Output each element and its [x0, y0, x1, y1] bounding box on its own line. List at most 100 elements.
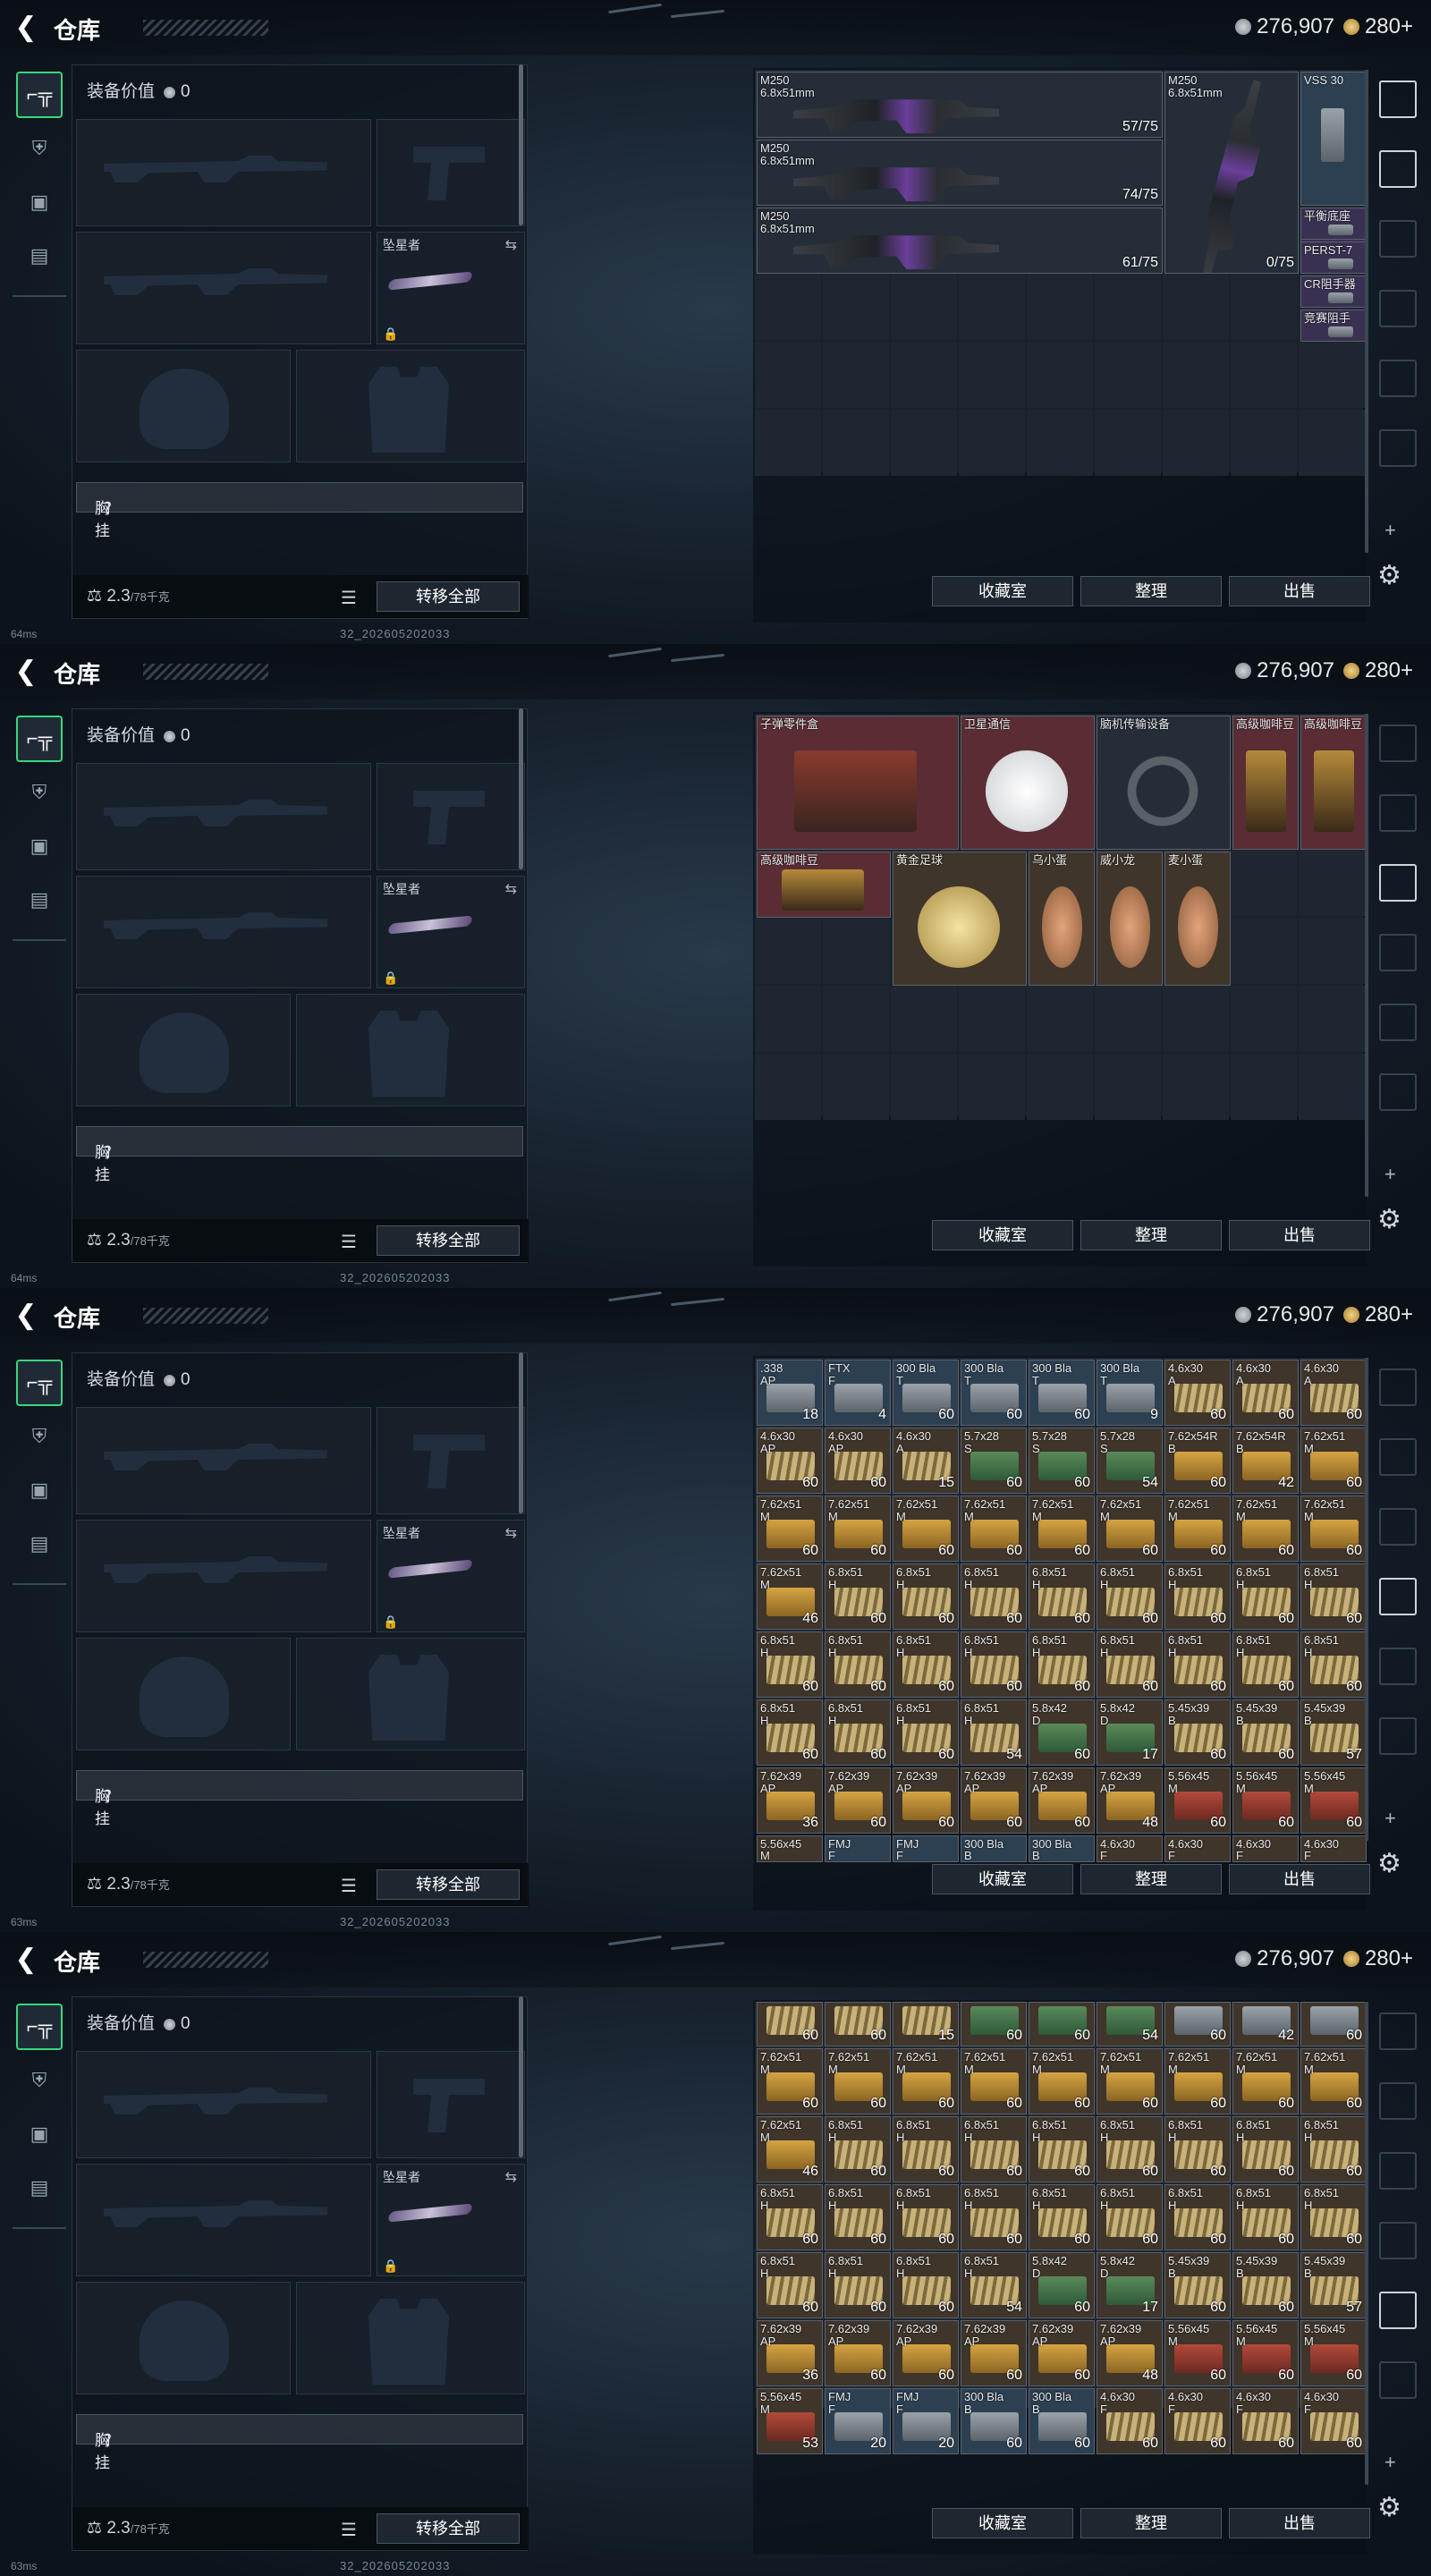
pistol-slot[interactable]: [377, 1407, 525, 1514]
ammo-item[interactable]: 7.62x39 AP 60: [825, 1767, 891, 1834]
ammo-item-partial[interactable]: 60: [1300, 2002, 1367, 2046]
collection-room-button[interactable]: 收藏室: [932, 2508, 1073, 2538]
ammo-item[interactable]: 7.62x39 AP 48: [1097, 2320, 1163, 2386]
list-icon[interactable]: ☰: [341, 1231, 357, 1253]
golden-football[interactable]: 黄金足球: [893, 852, 1027, 986]
pistol-slot[interactable]: [377, 119, 525, 226]
attachment-item[interactable]: 竞赛阻手: [1300, 309, 1367, 342]
tab-case[interactable]: ▤: [16, 1521, 63, 1567]
satellite-comm[interactable]: 卫星通信: [961, 716, 1095, 850]
collection-room-button[interactable]: 收藏室: [932, 576, 1073, 606]
ammo-item[interactable]: 6.8x51 H 60: [961, 1563, 1027, 1630]
tab-armor[interactable]: ⛨: [16, 769, 63, 816]
settings-gear-icon[interactable]: ⚙: [1377, 1204, 1401, 1235]
storage-page-2[interactable]: [1379, 2082, 1417, 2120]
ammo-item[interactable]: 5.56x45 M 60: [1300, 2320, 1367, 2386]
armor-slot[interactable]: [296, 2282, 525, 2394]
tab-backpack[interactable]: ▣: [16, 2111, 63, 2157]
melee-slot[interactable]: 坠星者 ⇆ 🔒: [377, 232, 525, 344]
ammo-item-partial[interactable]: FMJ F: [825, 1835, 891, 1862]
ammo-item[interactable]: 7.62x51 M 60: [961, 1496, 1027, 1562]
ammo-item-partial[interactable]: 54: [1097, 2002, 1163, 2046]
ammo-item-partial[interactable]: 15: [893, 2002, 959, 2046]
back-button[interactable]: ❮: [11, 657, 41, 687]
ammo-item[interactable]: 6.8x51 H 60: [1029, 2184, 1095, 2250]
attachment-item[interactable]: PERST-7: [1300, 242, 1367, 274]
storage-page-6[interactable]: [1379, 2361, 1417, 2399]
ammo-item-partial[interactable]: 4.6x30 F: [1232, 1835, 1299, 1862]
egg-figurine[interactable]: 麦小蛋: [1164, 852, 1231, 986]
ammo-item[interactable]: 7.62x39 AP 36: [757, 1767, 823, 1834]
ammo-item[interactable]: 5.45x39 B 60: [1232, 1699, 1299, 1766]
ammo-item[interactable]: 6.8x51 H 54: [961, 1699, 1027, 1766]
ammo-item[interactable]: 6.8x51 H 60: [961, 1631, 1027, 1698]
transfer-all-button[interactable]: 转移全部: [377, 2513, 520, 2544]
ammo-item[interactable]: 6.8x51 H 60: [893, 1631, 959, 1698]
ammo-item-partial[interactable]: 300 Bla B: [1029, 1835, 1095, 1862]
sort-button[interactable]: 整理: [1080, 576, 1222, 606]
premium-coffee-bean[interactable]: 高级咖啡豆: [1232, 716, 1299, 850]
storage-page-4[interactable]: [1379, 1578, 1417, 1615]
ammo-item[interactable]: 6.8x51 H 60: [825, 1699, 891, 1766]
ammo-item-partial[interactable]: 60: [1029, 2002, 1095, 2046]
add-page-icon[interactable]: +: [1384, 1807, 1396, 1830]
chest-rig-slot[interactable]: 胸挂？: [76, 1126, 523, 1183]
ammo-item[interactable]: 5.45x39 B 60: [1232, 2252, 1299, 2318]
primary-weapon-slot[interactable]: [76, 1407, 371, 1514]
storage-scrollbar[interactable]: [1365, 714, 1368, 1197]
swap-icon[interactable]: ⇆: [505, 2168, 517, 2186]
ammo-item[interactable]: 5.8x42 D 17: [1097, 1699, 1163, 1766]
sell-button[interactable]: 出售: [1229, 1864, 1370, 1894]
swap-icon[interactable]: ⇆: [505, 880, 517, 898]
secondary-weapon-slot[interactable]: [76, 2164, 371, 2276]
ammo-item[interactable]: 300 Bla B 60: [961, 2388, 1027, 2454]
ammo-item[interactable]: 7.62x51 M 60: [1300, 1496, 1367, 1562]
ammo-item[interactable]: 7.62x39 AP 60: [893, 1767, 959, 1834]
settings-gear-icon[interactable]: ⚙: [1377, 560, 1401, 591]
ammo-item[interactable]: 4.6x30 A 60: [1300, 1360, 1367, 1426]
ammo-item[interactable]: 7.62x51 M 60: [1164, 2048, 1231, 2114]
ammo-item[interactable]: 5.8x42 D 60: [1029, 2252, 1095, 2318]
ammo-item[interactable]: 6.8x51 H 60: [1164, 1631, 1231, 1698]
tab-backpack[interactable]: ▣: [16, 1467, 63, 1513]
tab-armor[interactable]: ⛨: [16, 125, 63, 172]
ammo-item-partial[interactable]: 60: [825, 2002, 891, 2046]
helmet-slot[interactable]: [76, 1638, 291, 1750]
ammo-item[interactable]: 6.8x51 H 60: [1232, 2184, 1299, 2250]
storage-page-3[interactable]: [1379, 220, 1417, 258]
collection-room-button[interactable]: 收藏室: [932, 1864, 1073, 1894]
ammo-item[interactable]: 6.8x51 H 60: [893, 1699, 959, 1766]
ammo-item[interactable]: 7.62x51 M 60: [757, 2048, 823, 2114]
transfer-all-button[interactable]: 转移全部: [377, 581, 520, 612]
ammo-item[interactable]: 7.62x51 M 60: [1300, 2048, 1367, 2114]
secondary-weapon-slot[interactable]: [76, 1520, 371, 1632]
ammo-item[interactable]: 5.7x28 S 60: [961, 1428, 1027, 1494]
storage-scrollbar[interactable]: [1365, 1358, 1368, 1841]
brain-transfer-device[interactable]: 脑机传输设备: [1097, 716, 1231, 850]
armor-slot[interactable]: [296, 1638, 525, 1750]
ammo-item[interactable]: FTX F 4: [825, 1360, 891, 1426]
sell-button[interactable]: 出售: [1229, 1220, 1370, 1250]
ammo-item[interactable]: 4.6x30 A 15: [893, 1428, 959, 1494]
storage-page-4[interactable]: [1379, 934, 1417, 971]
tab-armor[interactable]: ⛨: [16, 1413, 63, 1460]
premium-coffee-bean[interactable]: 高级咖啡豆: [757, 852, 891, 918]
gold-currency[interactable]: 280+: [1342, 658, 1413, 683]
storage-page-1[interactable]: [1379, 80, 1417, 118]
ammo-item[interactable]: 7.62x51 M 60: [825, 1496, 891, 1562]
weapon-m250[interactable]: M250 6.8x51mm 61/75: [757, 208, 1163, 274]
primary-weapon-slot[interactable]: [76, 763, 371, 870]
ammo-item[interactable]: 300 Bla T 60: [961, 1360, 1027, 1426]
gold-currency[interactable]: 280+: [1342, 14, 1413, 39]
ammo-item[interactable]: 6.8x51 H 60: [893, 2116, 959, 2182]
ammo-item[interactable]: 6.8x51 H 60: [1300, 1631, 1367, 1698]
ammo-item[interactable]: 5.56x45 M 60: [1164, 2320, 1231, 2386]
pistol-slot[interactable]: [377, 2051, 525, 2158]
storage-page-3[interactable]: [1379, 864, 1417, 902]
ammo-item[interactable]: 7.62x51 M 60: [757, 1496, 823, 1562]
ammo-item[interactable]: 7.62x54R B 60: [1164, 1428, 1231, 1494]
ammo-item[interactable]: 5.45x39 B 60: [1164, 2252, 1231, 2318]
ammo-item[interactable]: 6.8x51 H 60: [1029, 1563, 1095, 1630]
add-page-icon[interactable]: +: [1384, 2451, 1396, 2474]
transfer-all-button[interactable]: 转移全部: [377, 1225, 520, 1256]
